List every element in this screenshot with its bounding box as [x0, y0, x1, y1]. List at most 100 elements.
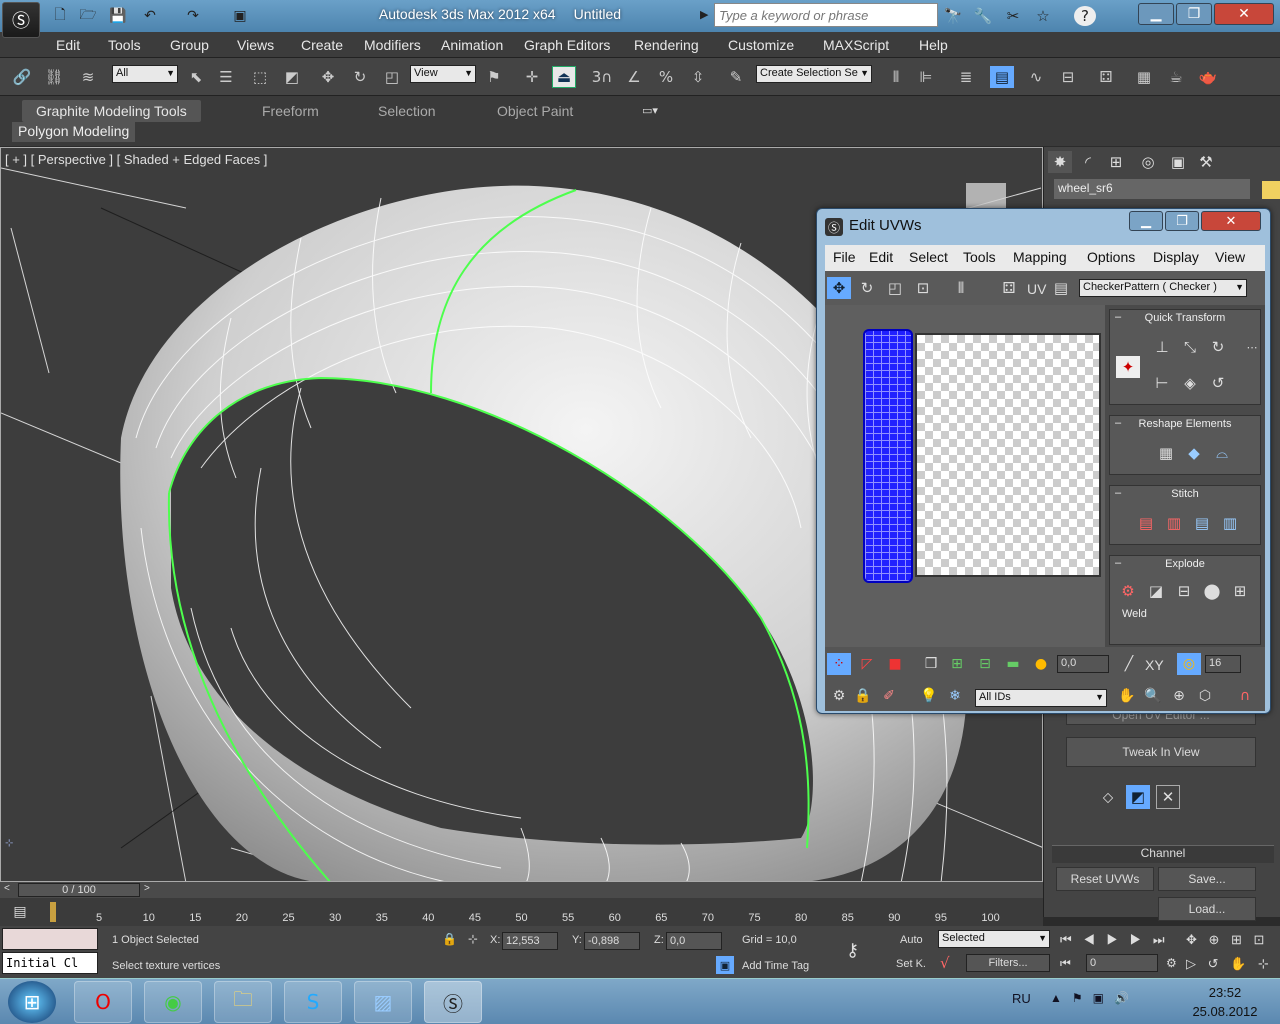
uvw-menu-display[interactable]: Display: [1153, 249, 1199, 265]
material-id-dropdown[interactable]: All IDs: [975, 689, 1107, 707]
z-coordinate-field[interactable]: 0,0: [666, 932, 722, 950]
new-file-icon[interactable]: 🗋: [50, 6, 70, 26]
tray-icons[interactable]: ▲⚑▣🔊: [1050, 991, 1139, 1005]
face-mode-icon[interactable]: ■: [883, 653, 907, 675]
curve-editor-icon[interactable]: ∿: [1024, 66, 1048, 88]
uvw-freeform-icon[interactable]: ⊡: [911, 277, 935, 299]
reset-uvws-button[interactable]: Reset UVWs: [1056, 867, 1154, 891]
start-button[interactable]: ⊞: [8, 981, 56, 1023]
uvw-map-channel-icon[interactable]: ▤: [1049, 277, 1073, 299]
uvw-menu-select[interactable]: Select: [909, 249, 948, 265]
uvw-menu-edit[interactable]: Edit: [869, 249, 893, 265]
paint-select-icon[interactable]: ✐: [877, 685, 901, 707]
subscription-tools-icon[interactable]: 🔧: [972, 6, 994, 26]
time-slider[interactable]: < 0 / 100 >: [0, 882, 1043, 898]
time-tag-icon[interactable]: ▣: [716, 956, 734, 974]
percent-snap-icon[interactable]: %: [654, 66, 678, 88]
align-diagonal-icon[interactable]: ⤡: [1178, 336, 1202, 358]
loop-icon[interactable]: ▬: [1001, 653, 1025, 675]
explode-icon[interactable]: ⬤: [1200, 580, 1224, 602]
dialog-minimize-button[interactable]: ▁: [1129, 211, 1163, 231]
menu-rendering[interactable]: Rendering: [634, 37, 699, 53]
open-file-icon[interactable]: 🗁: [78, 6, 98, 26]
graphite-toggle-icon[interactable]: ▤: [990, 66, 1014, 88]
select-by-id-icon[interactable]: ⚙: [827, 685, 851, 707]
uvw-menu-tools[interactable]: Tools: [963, 249, 996, 265]
create-tab-icon[interactable]: ✸: [1048, 151, 1072, 173]
xy-toggle[interactable]: XY: [1145, 657, 1164, 673]
filters-button[interactable]: Filters...: [966, 954, 1050, 972]
favorites-star-icon[interactable]: ☆: [1032, 6, 1054, 26]
pivot-icon[interactable]: ✦: [1116, 356, 1140, 378]
chrome-icon[interactable]: ◉: [144, 981, 202, 1023]
vertex-mode-icon[interactable]: ⁘: [827, 653, 851, 675]
freeze-icon[interactable]: ❄: [943, 685, 967, 707]
time-slider-thumb[interactable]: 0 / 100: [18, 883, 140, 897]
set-key-icon[interactable]: ⚷: [846, 940, 859, 961]
grow-selection-icon[interactable]: ⊞: [945, 653, 969, 675]
tab-graphite-modeling-tools[interactable]: Graphite Modeling Tools: [22, 100, 201, 122]
hierarchy-tab-icon[interactable]: ⊞: [1104, 151, 1128, 173]
display-tab-icon[interactable]: ▣: [1166, 151, 1190, 173]
system-clock[interactable]: 23:52 25.08.2012: [1180, 983, 1270, 1021]
tab-selection[interactable]: Selection: [364, 100, 450, 122]
selection-filter-dropdown[interactable]: All: [112, 65, 178, 83]
search-expand-icon[interactable]: ▶: [700, 8, 708, 21]
render-production-icon[interactable]: 🫖: [1196, 66, 1220, 88]
align-vertical-icon[interactable]: ⊢: [1150, 372, 1174, 394]
current-frame-field[interactable]: 0: [1086, 954, 1158, 972]
auto-key-button[interactable]: Auto: [900, 934, 923, 946]
snaps-toggle-icon[interactable]: 3 ∩: [590, 66, 614, 88]
y-coordinate-field[interactable]: -0,898: [584, 932, 640, 950]
tab-object-paint[interactable]: Object Paint: [483, 100, 587, 122]
redo-icon[interactable]: ↷: [183, 6, 203, 26]
unlink-icon[interactable]: ⛓: [42, 66, 66, 88]
slider-prev-icon[interactable]: <: [4, 883, 10, 894]
key-filters-icon[interactable]: √: [940, 954, 950, 972]
relax-icon[interactable]: ◆: [1182, 442, 1206, 464]
object-color-swatch[interactable]: [1262, 181, 1280, 199]
shrink-selection-icon[interactable]: ⊟: [973, 653, 997, 675]
zoom-icon[interactable]: 🔍: [1141, 685, 1165, 707]
undo-icon[interactable]: ↶: [140, 6, 160, 26]
align-horizontal-icon[interactable]: ⊥: [1150, 336, 1174, 358]
edit-named-selection-icon[interactable]: ✎: [724, 66, 748, 88]
close-button[interactable]: ✕: [1214, 3, 1274, 25]
arch-icon[interactable]: ⌓: [1210, 442, 1234, 464]
layer-manager-icon[interactable]: ≣: [954, 66, 978, 88]
grid-size-field[interactable]: 16: [1205, 655, 1241, 673]
slider-next-icon[interactable]: >: [144, 883, 150, 894]
set-key-button[interactable]: Set K.: [896, 958, 926, 970]
menu-tools[interactable]: Tools: [108, 37, 141, 53]
align-icon[interactable]: ⊫: [914, 66, 938, 88]
motion-tab-icon[interactable]: ◎: [1136, 151, 1160, 173]
rectangular-selection-icon[interactable]: ⬚: [248, 66, 272, 88]
soft-selection-icon[interactable]: ●: [1029, 653, 1053, 675]
uvw-show-map-icon[interactable]: ⚃: [997, 277, 1021, 299]
tab-freeform[interactable]: Freeform: [248, 100, 333, 122]
maxscript-mini-input[interactable]: Initial Cl: [2, 952, 98, 974]
menu-edit[interactable]: Edit: [56, 37, 80, 53]
panel-polygon-modeling[interactable]: Polygon Modeling: [12, 122, 136, 142]
language-indicator[interactable]: RU: [1012, 991, 1031, 1006]
overflow-icon[interactable]: ⋯: [1240, 336, 1264, 358]
uvw-menu-mapping[interactable]: Mapping: [1013, 249, 1067, 265]
curve-editor-mini-icon[interactable]: ▤: [8, 902, 32, 922]
3dsmax-taskbar-icon[interactable]: Ⓢ: [424, 981, 482, 1023]
menu-modifiers[interactable]: Modifiers: [364, 37, 421, 53]
binoculars-icon[interactable]: 🔭: [942, 6, 964, 26]
move-icon[interactable]: ✥: [316, 66, 340, 88]
uvw-move-icon[interactable]: ✥: [827, 277, 851, 299]
viewcube-icon[interactable]: [966, 183, 1006, 211]
add-time-tag[interactable]: Add Time Tag: [742, 960, 809, 972]
uv-island[interactable]: [863, 329, 913, 583]
material-editor-icon[interactable]: ⚃: [1094, 66, 1118, 88]
rotate-ccw-icon[interactable]: ↺: [1206, 372, 1230, 394]
maxscript-listener[interactable]: [2, 928, 98, 950]
load-button[interactable]: Load...: [1158, 897, 1256, 921]
schematic-view-icon[interactable]: ⊟: [1056, 66, 1080, 88]
break-icon[interactable]: ⚙: [1116, 580, 1140, 602]
time-config-icon[interactable]: ⚙: [1166, 956, 1177, 970]
application-menu-button[interactable]: Ⓢ: [2, 2, 40, 38]
uvw-menu-view[interactable]: View: [1215, 249, 1245, 265]
